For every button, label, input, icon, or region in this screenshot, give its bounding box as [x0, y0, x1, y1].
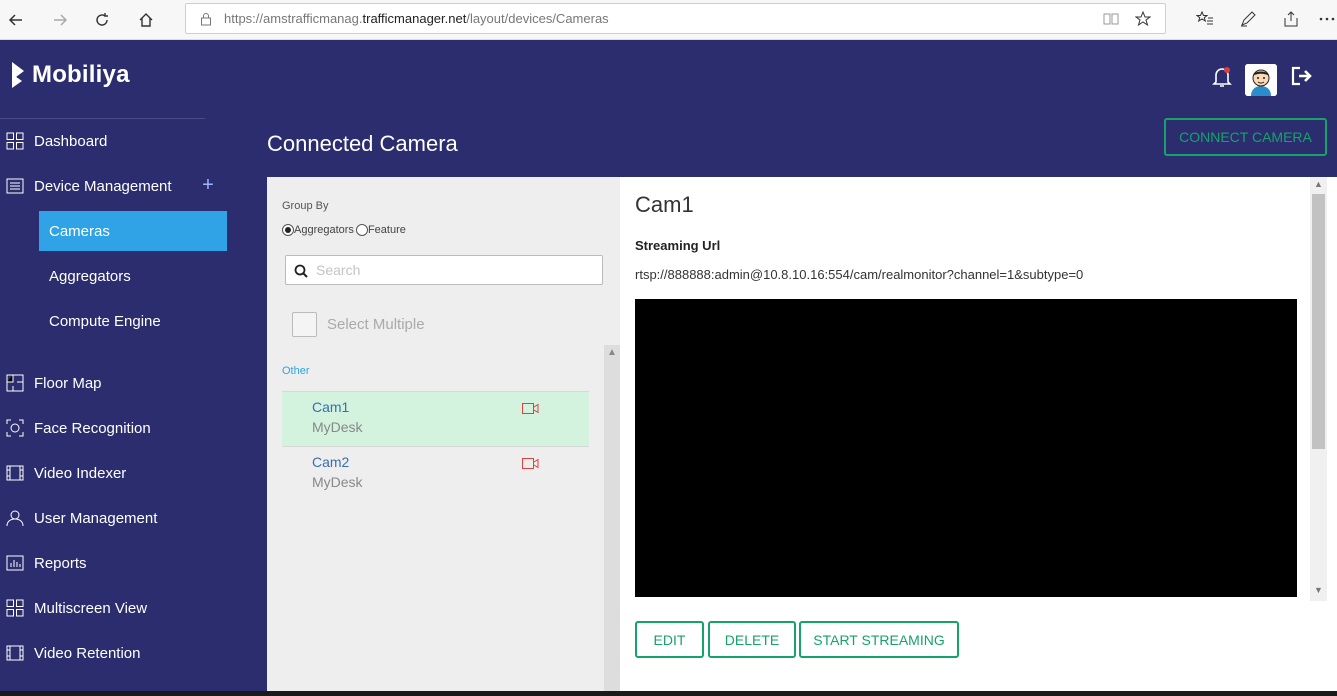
start-streaming-button[interactable]: START STREAMING	[799, 621, 959, 658]
group-by-label: Group By	[282, 200, 329, 212]
video-camera-icon	[522, 456, 539, 474]
expand-plus-icon[interactable]: +	[200, 174, 216, 197]
camera-title: Cam1	[635, 192, 694, 217]
favorites-list-icon[interactable]	[1194, 8, 1216, 30]
scroll-up-arrow-icon[interactable]: ▲	[607, 347, 617, 358]
sidebar-item-label: Video Indexer	[34, 464, 127, 482]
camera-location: MyDesk	[312, 419, 363, 435]
pen-icon[interactable]	[1237, 8, 1259, 30]
url-host: trafficmanager.net	[362, 11, 467, 26]
user-icon	[6, 509, 24, 527]
brand-logo[interactable]: Mobiliya	[10, 60, 130, 90]
grid-icon	[6, 132, 24, 150]
radio-aggregators[interactable]	[282, 224, 294, 236]
sidebar-subitem-compute-engine[interactable]: Compute Engine	[39, 301, 227, 341]
reading-view-icon[interactable]	[1102, 10, 1120, 28]
camera-list-item[interactable]: Cam1 MyDesk	[282, 391, 589, 446]
sidebar-item-dashboard[interactable]: Dashboard	[0, 124, 240, 158]
search-input[interactable]	[316, 260, 596, 280]
camera-list-item[interactable]: Cam2 MyDesk	[282, 446, 589, 501]
lock-icon	[200, 12, 212, 29]
refresh-icon[interactable]	[90, 8, 114, 32]
sidebar-item-label: Floor Map	[34, 374, 102, 392]
camera-location: MyDesk	[312, 474, 363, 490]
sidebar-item-label: Device Management	[34, 177, 172, 195]
scrollbar-thumb[interactable]	[1312, 194, 1325, 449]
detail-scrollbar[interactable]: ▲ ▼	[1310, 177, 1327, 601]
page-title: Connected Camera	[267, 131, 458, 156]
camera-list-panel: Group By Aggregators Feature Select Mult…	[267, 177, 620, 696]
streaming-url: rtsp://888888:admin@10.8.10.16:554/cam/r…	[635, 267, 1084, 282]
notification-bell-icon[interactable]	[1212, 66, 1232, 88]
back-icon[interactable]	[4, 8, 28, 32]
video-camera-icon	[522, 401, 539, 419]
connect-camera-button[interactable]: CONNECT CAMERA	[1164, 118, 1327, 156]
share-icon[interactable]	[1280, 8, 1302, 30]
radio-aggregators-label: Aggregators	[294, 224, 354, 236]
list-scrollbar[interactable]: ▲	[604, 345, 620, 696]
edit-button[interactable]: EDIT	[635, 621, 704, 658]
radio-feature[interactable]	[355, 224, 368, 236]
sidebar-item-label: Face Recognition	[34, 419, 151, 437]
user-avatar-icon	[1245, 64, 1277, 96]
sidebar-item-label: Reports	[34, 554, 87, 572]
search-icon	[294, 264, 308, 283]
sidebar-item-video-retention[interactable]: Video Retention	[0, 636, 240, 670]
scroll-down-arrow-icon[interactable]: ▼	[1314, 585, 1323, 595]
sidebar-item-label: Dashboard	[34, 132, 108, 150]
favorite-star-icon[interactable]	[1134, 10, 1152, 28]
home-icon[interactable]	[134, 8, 158, 32]
logout-icon[interactable]	[1291, 66, 1313, 86]
avatar[interactable]	[1245, 64, 1277, 96]
sidebar-subitem-label: Cameras	[49, 222, 110, 240]
film-icon	[6, 644, 24, 662]
chart-icon	[6, 554, 24, 572]
select-multiple-label: Select Multiple	[327, 316, 425, 333]
url-path: /layout/devices/Cameras	[466, 11, 609, 26]
sidebar-item-multiscreen-view[interactable]: Multiscreen View	[0, 591, 240, 625]
sidebar-item-user-management[interactable]: User Management	[0, 501, 240, 535]
floor-map-icon	[6, 374, 24, 392]
camera-name: Cam2	[312, 454, 350, 470]
select-multiple-checkbox[interactable]	[292, 312, 317, 337]
browser-toolbar: https://amstrafficmanag. trafficmanager.n…	[0, 0, 1337, 40]
camera-detail-panel: Cam1 Streaming Url rtsp://888888:admin@1…	[620, 177, 1337, 696]
select-multiple[interactable]: Select Multiple	[282, 312, 425, 337]
video-player[interactable]	[635, 299, 1297, 597]
more-icon[interactable]	[1316, 8, 1337, 30]
sidebar-item-floor-map[interactable]: Floor Map	[0, 366, 240, 400]
sidebar-subitem-cameras[interactable]: Cameras	[39, 211, 227, 251]
radio-feature-label: Feature	[367, 224, 406, 236]
sidebar-item-reports[interactable]: Reports	[0, 546, 240, 580]
streaming-url-label: Streaming Url	[635, 238, 721, 253]
sidebar-divider	[0, 118, 205, 119]
sidebar-subitem-label: Compute Engine	[49, 312, 161, 330]
taskbar-strip	[0, 691, 1337, 696]
forward-icon[interactable]	[48, 8, 72, 32]
film-icon	[6, 464, 24, 482]
url-prefix: https://amstrafficmanag.	[224, 11, 363, 26]
face-scan-icon	[6, 419, 24, 437]
search-box	[285, 255, 603, 285]
scroll-up-arrow-icon[interactable]: ▲	[1314, 179, 1323, 189]
grid-icon	[6, 599, 24, 617]
sidebar-item-video-indexer[interactable]: Video Indexer	[0, 456, 240, 490]
address-bar[interactable]: https://amstrafficmanag. trafficmanager.n…	[185, 3, 1166, 34]
group-label: Other	[282, 365, 310, 377]
sidebar-item-label: Video Retention	[34, 644, 141, 662]
delete-button[interactable]: DELETE	[708, 621, 796, 658]
sidebar-item-face-recognition[interactable]: Face Recognition	[0, 411, 240, 445]
camera-name: Cam1	[312, 399, 350, 415]
sidebar-subitem-label: Aggregators	[49, 267, 131, 285]
sidebar-item-label: User Management	[34, 509, 158, 527]
logo-mark-icon	[12, 62, 24, 88]
group-by-radios: Aggregators Feature	[282, 224, 406, 236]
brand-name: Mobiliya	[32, 61, 130, 88]
list-icon	[6, 177, 24, 195]
sidebar-item-label: Multiscreen View	[34, 599, 148, 617]
sidebar-subitem-aggregators[interactable]: Aggregators	[39, 256, 227, 296]
